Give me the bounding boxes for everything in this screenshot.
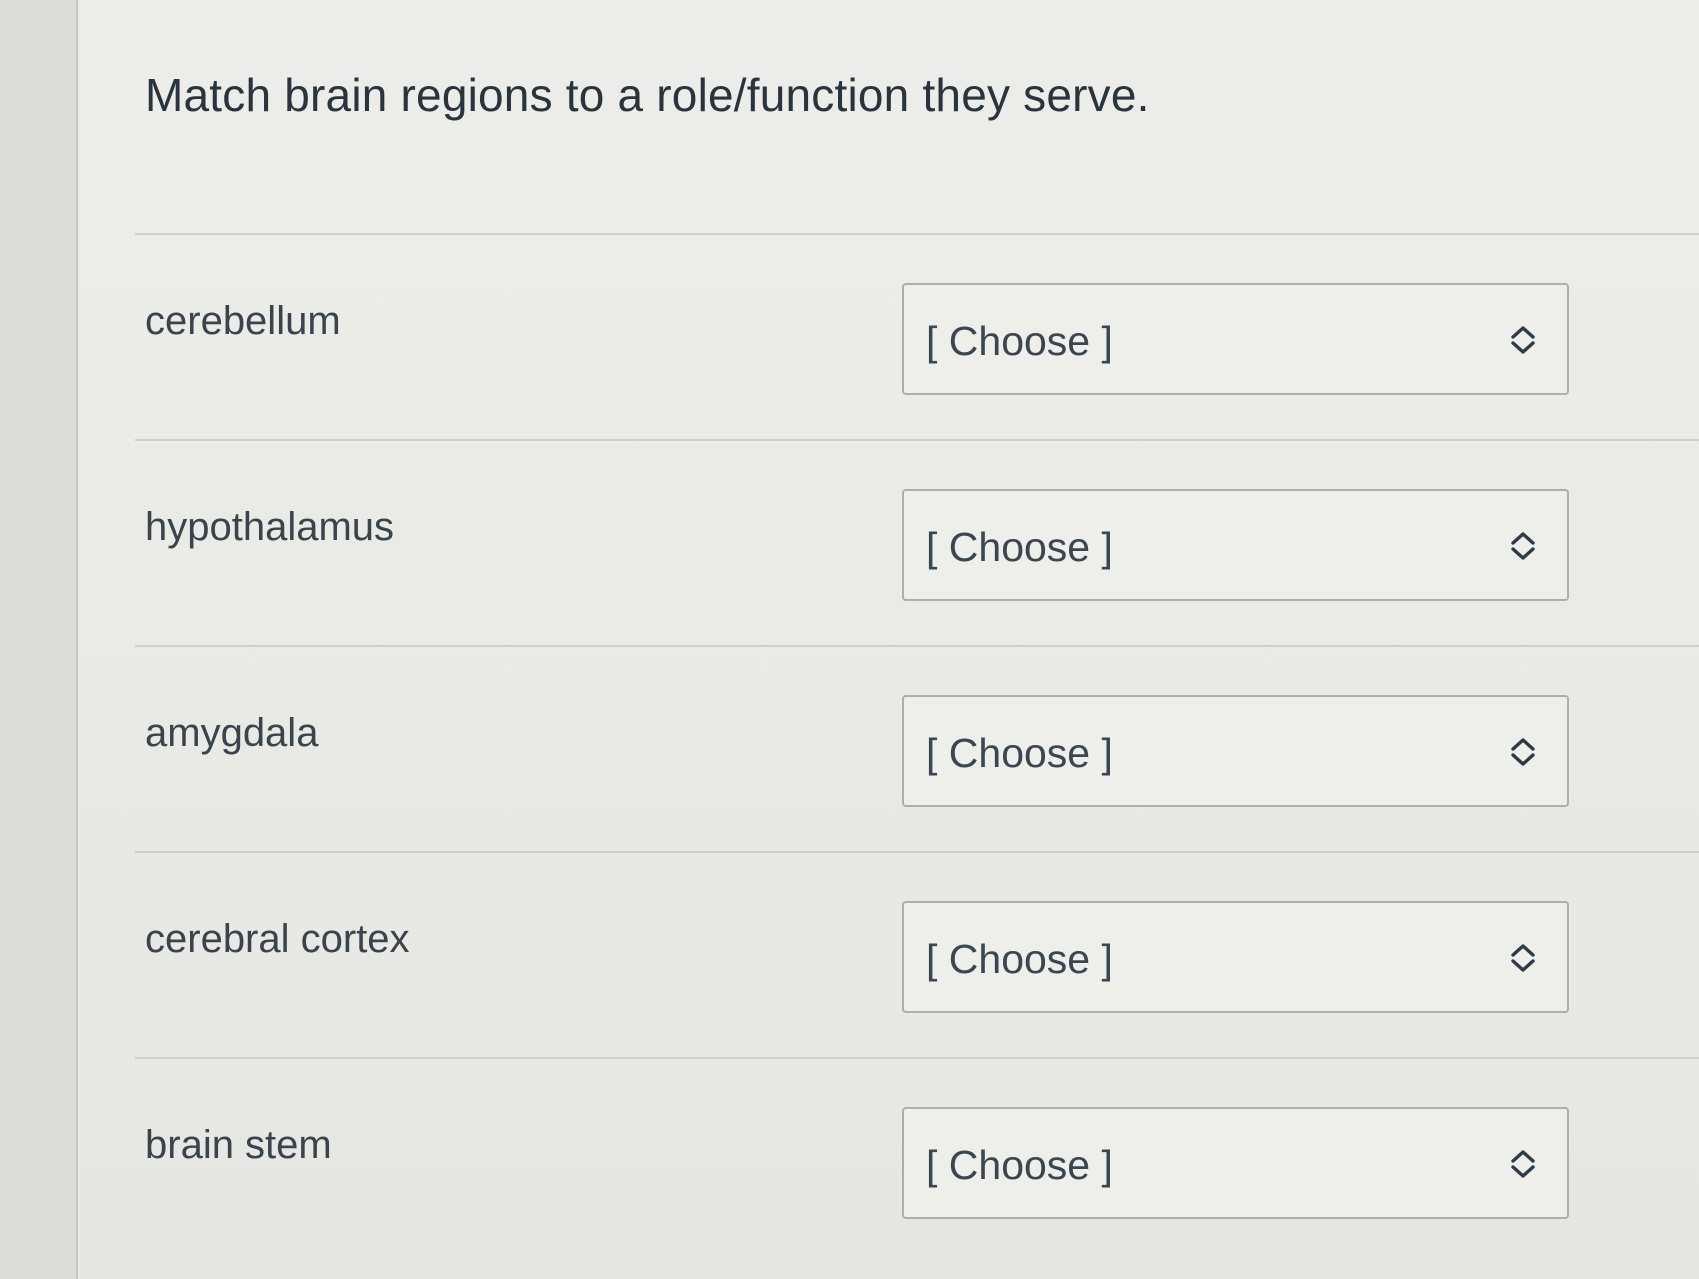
region-label: hypothalamus — [145, 505, 395, 549]
matching-rows: cerebellum [ Choose ] hypothalamus [ Cho… — [135, 233, 1699, 1263]
answer-select[interactable]: [ Choose ] — [902, 489, 1569, 601]
region-label: amygdala — [145, 711, 319, 755]
select-value: [ Choose ] — [926, 1142, 1113, 1188]
select-value: [ Choose ] — [926, 936, 1113, 982]
answer-select[interactable]: [ Choose ] — [902, 283, 1569, 395]
region-label: cerebellum — [145, 299, 341, 343]
chevron-up-down-icon — [1511, 326, 1535, 354]
chevron-up-down-icon — [1511, 1150, 1535, 1178]
chevron-up-down-icon — [1511, 944, 1535, 972]
match-row-amygdala: amygdala [ Choose ] — [135, 645, 1699, 851]
select-value: [ Choose ] — [926, 730, 1113, 776]
match-row-cerebellum: cerebellum [ Choose ] — [135, 233, 1699, 439]
question-title: Match brain regions to a role/function t… — [145, 69, 1150, 121]
answer-select[interactable]: [ Choose ] — [902, 901, 1569, 1013]
left-page-edge — [0, 0, 78, 1279]
answer-select[interactable]: [ Choose ] — [902, 695, 1569, 807]
region-label: cerebral cortex — [145, 917, 410, 961]
answer-select[interactable]: [ Choose ] — [902, 1107, 1569, 1219]
quiz-question: Match brain regions to a role/function t… — [80, 0, 1699, 1279]
match-row-hypothalamus: hypothalamus [ Choose ] — [135, 439, 1699, 645]
region-label: brain stem — [145, 1123, 332, 1167]
select-value: [ Choose ] — [926, 318, 1113, 364]
chevron-up-down-icon — [1511, 532, 1535, 560]
select-value: [ Choose ] — [926, 524, 1113, 570]
match-row-cerebral-cortex: cerebral cortex [ Choose ] — [135, 851, 1699, 1057]
match-row-brain-stem: brain stem [ Choose ] — [135, 1057, 1699, 1263]
chevron-up-down-icon — [1511, 738, 1535, 766]
